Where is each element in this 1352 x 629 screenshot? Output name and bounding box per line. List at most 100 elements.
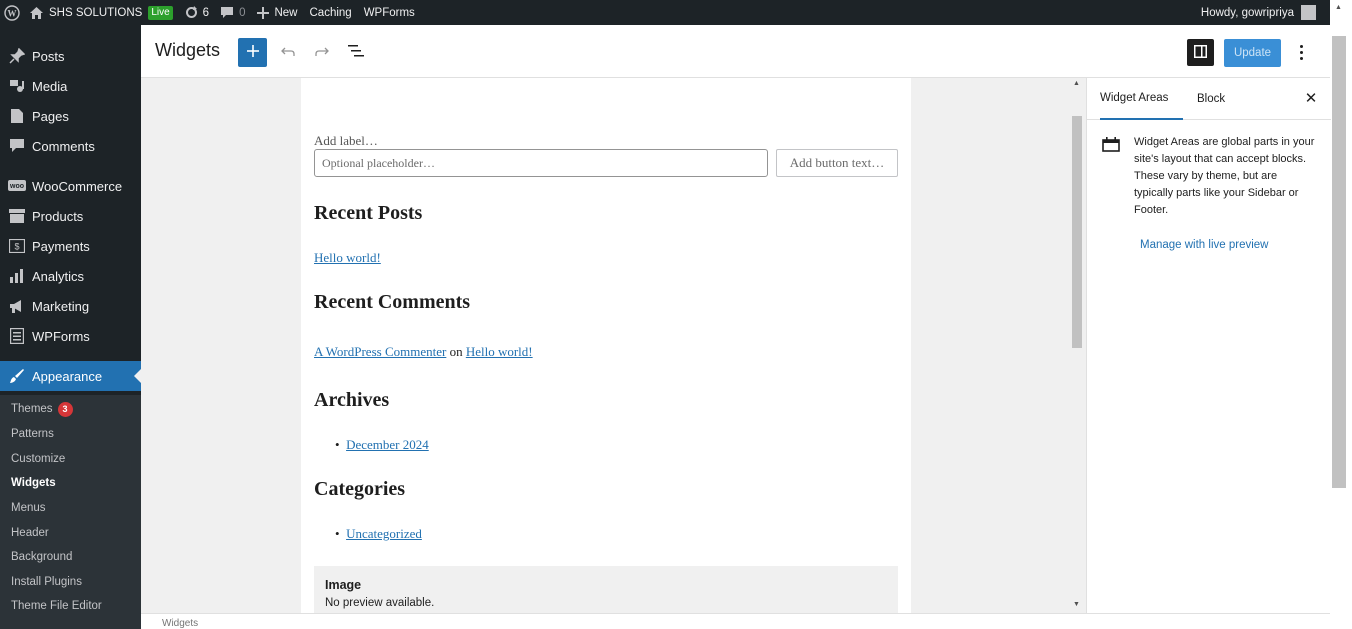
sidebar-item-label: Media bbox=[32, 78, 68, 94]
tab-block[interactable]: Block bbox=[1197, 78, 1225, 120]
admin-bar: W SHS SOLUTIONS Live 6 0 New Caching WPF… bbox=[0, 0, 1330, 25]
sidebar-item-media[interactable]: Media bbox=[0, 71, 141, 101]
settings-tabs: Widget Areas Block ✕ bbox=[1087, 78, 1331, 120]
image-block[interactable]: Image No preview available. bbox=[314, 566, 898, 613]
sidebar-item-pages[interactable]: Pages bbox=[0, 101, 141, 131]
options-dot-icon bbox=[1299, 44, 1303, 48]
megaphone-icon bbox=[8, 297, 26, 315]
archive-list-item: • December 2024 bbox=[335, 437, 429, 453]
brush-icon bbox=[8, 367, 26, 385]
scroll-up-arrow-icon[interactable]: ▲ bbox=[1335, 4, 1342, 11]
refresh-icon bbox=[185, 6, 198, 19]
archives-heading: Archives bbox=[314, 389, 390, 411]
account-menu[interactable]: Howdy, gowripriya bbox=[1195, 0, 1330, 25]
sidebar-item-wpforms[interactable]: WPForms bbox=[0, 321, 141, 351]
comments-link[interactable]: 0 bbox=[215, 0, 251, 25]
block-inserter-button[interactable] bbox=[238, 38, 267, 67]
page-title: Widgets bbox=[155, 40, 221, 60]
updates-link[interactable]: 6 bbox=[179, 0, 215, 25]
sidebar-item-label: Payments bbox=[32, 238, 90, 254]
sidebar-item-label: Comments bbox=[32, 138, 95, 154]
sidebar-item-marketing[interactable]: Marketing bbox=[0, 291, 141, 321]
update-button[interactable]: Update bbox=[1224, 39, 1281, 67]
sidebar-item-woocommerce[interactable]: woo WooCommerce bbox=[0, 171, 141, 201]
sidebar-item-label: Products bbox=[32, 208, 84, 224]
sidebar-item-analytics[interactable]: Analytics bbox=[0, 261, 141, 291]
undo-button[interactable] bbox=[277, 41, 299, 63]
bullet: • bbox=[335, 437, 347, 452]
manage-live-preview-link[interactable]: Manage with live preview bbox=[1140, 239, 1268, 251]
site-name-link[interactable]: SHS SOLUTIONS Live bbox=[24, 0, 179, 25]
breadcrumb[interactable]: Widgets bbox=[162, 618, 198, 629]
recent-post-link[interactable]: Hello world! bbox=[314, 250, 381, 266]
settings-sidebar-toggle[interactable] bbox=[1187, 39, 1214, 66]
widget-area: Add label… Optional placeholder… Add but… bbox=[301, 78, 911, 613]
submenu-item-patterns[interactable]: Patterns bbox=[11, 424, 54, 444]
submenu-item-customize[interactable]: Customize bbox=[11, 449, 65, 469]
svg-text:$: $ bbox=[14, 242, 19, 252]
sidebar-item-label: Posts bbox=[32, 48, 65, 64]
submenu-item-header[interactable]: Header bbox=[11, 523, 49, 543]
wpforms-link[interactable]: WPForms bbox=[358, 0, 421, 25]
comment-icon bbox=[8, 137, 26, 155]
plus-icon bbox=[246, 45, 259, 60]
canvas-scrollbar-thumb[interactable] bbox=[1072, 116, 1082, 348]
new-content-link[interactable]: New bbox=[251, 0, 303, 25]
submenu-item-label: Themes bbox=[11, 403, 53, 415]
sidebar-item-products[interactable]: Products bbox=[0, 201, 141, 231]
appearance-submenu: Themes 3 Patterns Customize Widgets Menu… bbox=[0, 395, 141, 629]
recent-comments-heading: Recent Comments bbox=[314, 291, 471, 313]
greeting: Howdy, gowripriya bbox=[1200, 6, 1294, 19]
submenu-item-themes[interactable]: Themes 3 bbox=[11, 399, 73, 419]
avatar bbox=[1301, 5, 1316, 20]
list-view-button[interactable] bbox=[345, 41, 367, 63]
submenu-item-menus[interactable]: Menus bbox=[11, 498, 46, 518]
submenu-item-background[interactable]: Background bbox=[11, 547, 72, 567]
sidebar-item-payments[interactable]: $ Payments bbox=[0, 231, 141, 261]
settings-sidebar: Widget Areas Block ✕ Widget Areas are gl… bbox=[1086, 78, 1331, 613]
search-block-input[interactable]: Optional placeholder… bbox=[314, 149, 768, 177]
active-menu-notch bbox=[134, 369, 141, 383]
form-icon bbox=[8, 327, 26, 345]
comment-post-link[interactable]: Hello world! bbox=[466, 344, 533, 359]
bar-chart-icon bbox=[8, 267, 26, 285]
editor-header: Widgets Update bbox=[141, 25, 1330, 78]
sidebar-item-comments[interactable]: Comments bbox=[0, 131, 141, 161]
page-scrollbar-thumb[interactable] bbox=[1332, 36, 1346, 488]
svg-text:W: W bbox=[8, 8, 17, 18]
comment-on-text: on bbox=[449, 344, 463, 359]
pin-icon bbox=[8, 47, 26, 65]
sidebar-item-posts[interactable]: Posts bbox=[0, 41, 141, 71]
sidebar-item-label: Appearance bbox=[32, 368, 103, 384]
caching-link[interactable]: Caching bbox=[304, 0, 358, 25]
submenu-item-install-plugins[interactable]: Install Plugins bbox=[11, 572, 82, 592]
search-block-label[interactable]: Add label… bbox=[314, 133, 378, 149]
wordpress-logo-icon[interactable]: W bbox=[0, 0, 24, 25]
search-block-button[interactable]: Add button text… bbox=[776, 149, 898, 177]
scroll-up-arrow-icon[interactable]: ▲ bbox=[1073, 80, 1080, 87]
live-badge: Live bbox=[148, 5, 173, 20]
redo-button[interactable] bbox=[311, 41, 333, 63]
updates-count: 6 bbox=[202, 6, 210, 19]
archive-link[interactable]: December 2024 bbox=[346, 437, 429, 452]
comments-count: 0 bbox=[239, 6, 246, 19]
admin-sidebar: Posts Media Pages Comments woo WooCommer… bbox=[0, 25, 141, 629]
close-icon[interactable]: ✕ bbox=[1303, 90, 1319, 107]
svg-text:woo: woo bbox=[9, 183, 24, 190]
redo-icon bbox=[315, 45, 329, 60]
page-scrollbar[interactable]: ▲ bbox=[1330, 0, 1352, 629]
woocommerce-icon: woo bbox=[8, 177, 26, 195]
comment-author-link[interactable]: A WordPress Commenter bbox=[314, 344, 446, 359]
media-icon bbox=[8, 77, 26, 95]
options-dot-icon bbox=[1299, 50, 1303, 54]
category-link[interactable]: Uncategorized bbox=[346, 526, 422, 541]
scroll-down-arrow-icon[interactable]: ▼ bbox=[1073, 601, 1080, 608]
tab-widget-areas[interactable]: Widget Areas bbox=[1100, 78, 1183, 120]
sidebar-item-appearance[interactable]: Appearance bbox=[0, 361, 141, 391]
editor-footer: Widgets bbox=[141, 613, 1330, 629]
bullet: • bbox=[335, 526, 347, 541]
submenu-item-widgets[interactable]: Widgets bbox=[11, 473, 56, 493]
canvas-scrollbar[interactable]: ▲ ▼ bbox=[1069, 78, 1085, 613]
submenu-item-theme-file-editor[interactable]: Theme File Editor bbox=[11, 596, 102, 616]
options-menu-button[interactable] bbox=[1293, 41, 1309, 63]
